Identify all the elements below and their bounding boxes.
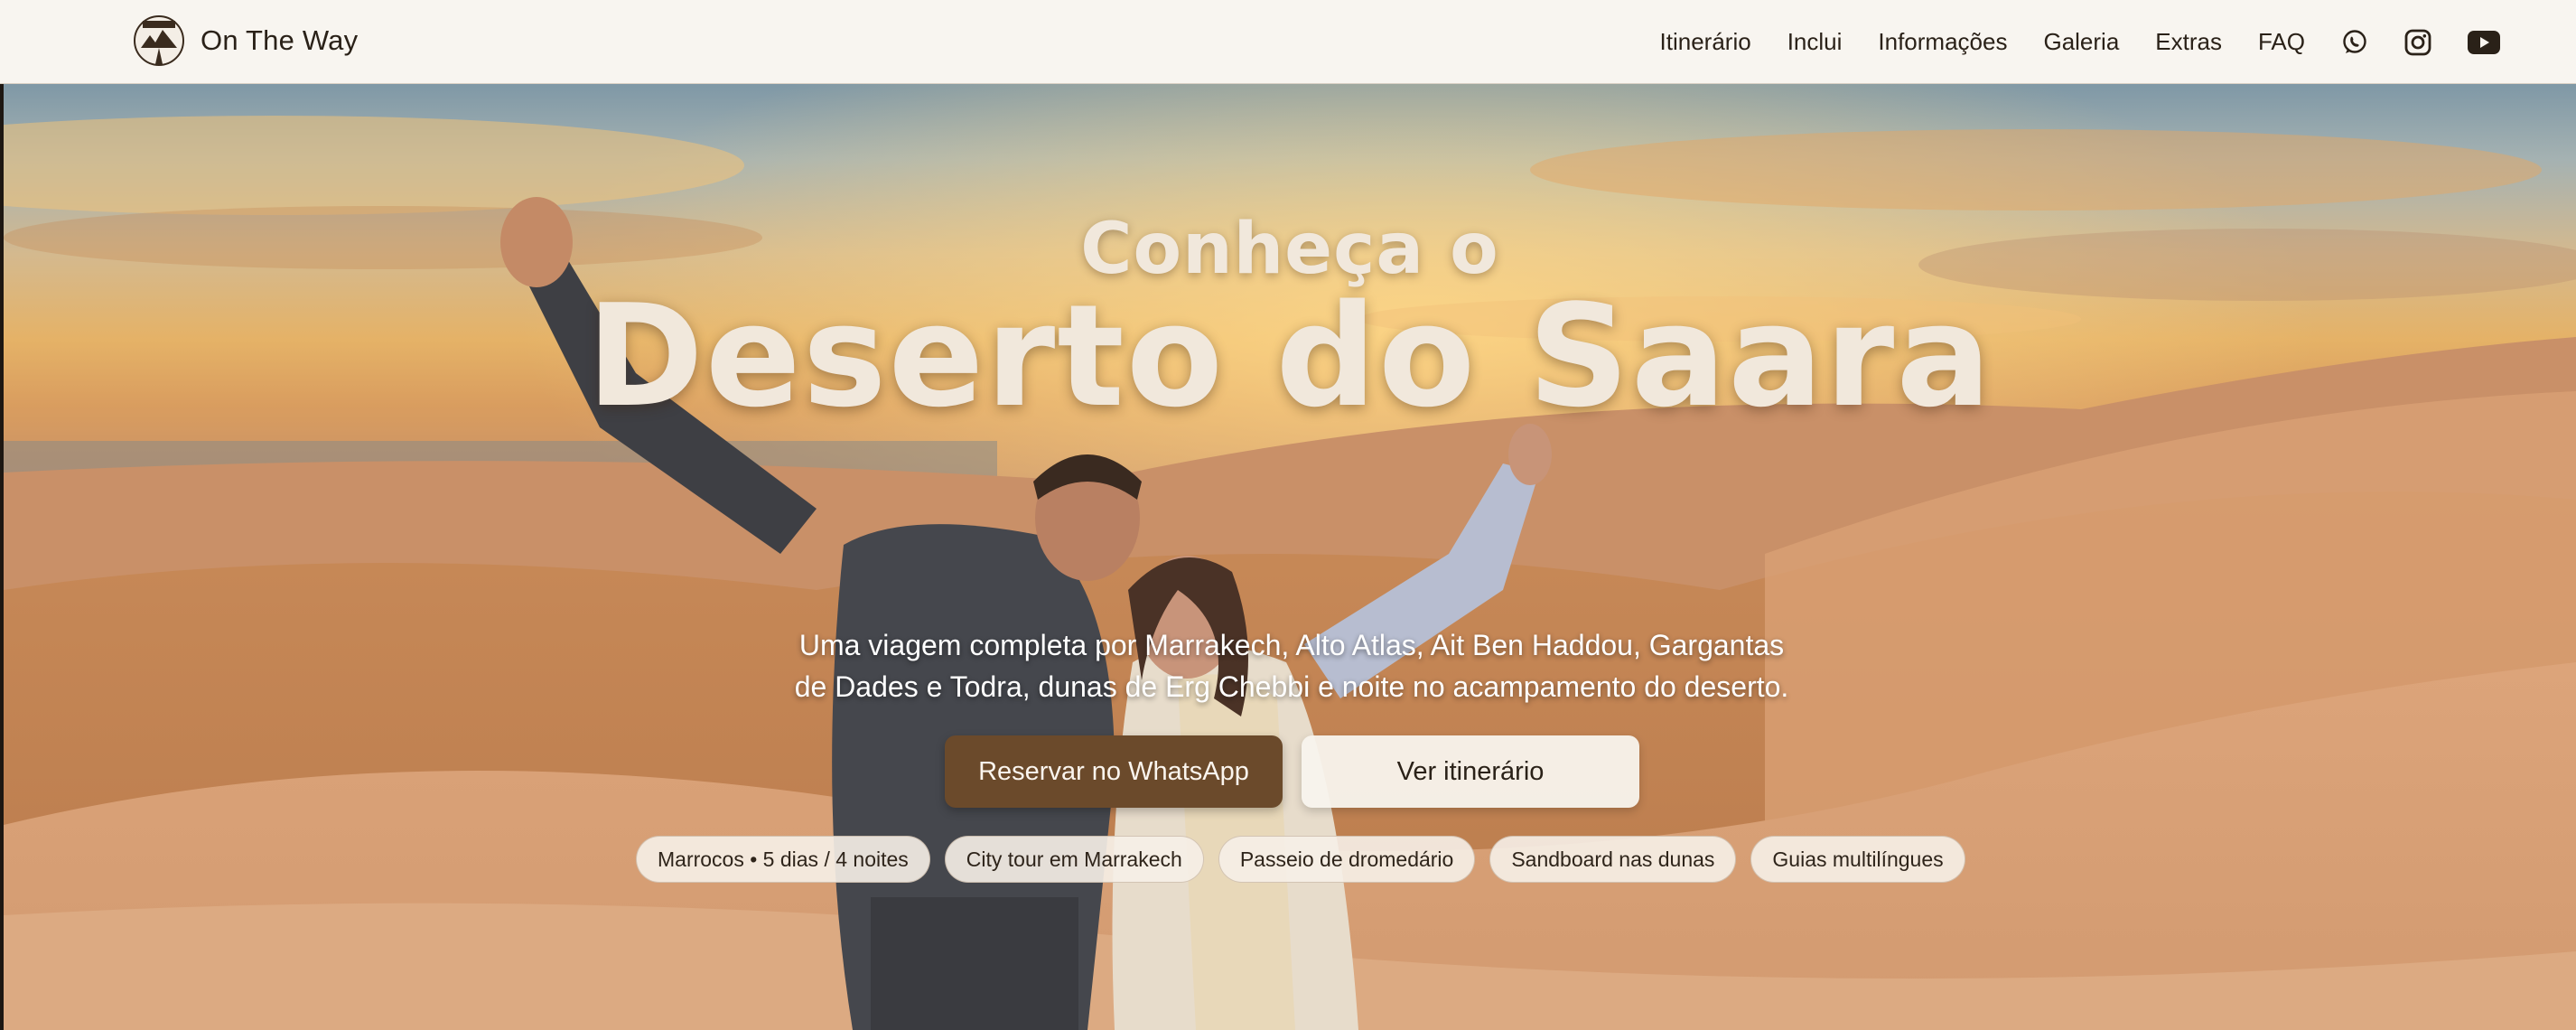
reserve-whatsapp-button[interactable]: Reservar no WhatsApp (945, 735, 1283, 808)
chip-destination: Marrocos • 5 dias / 4 noites (636, 836, 930, 883)
nav-galeria[interactable]: Galeria (2043, 28, 2119, 56)
chip-camel-ride: Passeio de dromedário (1218, 836, 1476, 883)
site-header: On The Way Itinerário Inclui Informações… (0, 0, 2576, 84)
hero-subtitle: Uma viagem completa por Marrakech, Alto … (748, 624, 1835, 707)
hero-section: Conheça o Deserto do Saara Uma viagem co… (4, 84, 2576, 1030)
whatsapp-icon[interactable] (2341, 29, 2368, 56)
nav-faq[interactable]: FAQ (2258, 28, 2305, 56)
hero-subtitle-line-2: de Dades e Todra, dunas de Erg Chebbi e … (794, 670, 1789, 703)
main-nav: Itinerário Inclui Informações Galeria Ex… (1624, 0, 2500, 84)
nav-inclui[interactable]: Inclui (1787, 28, 1843, 56)
chip-city-tour: City tour em Marrakech (944, 836, 1204, 883)
brand-name[interactable]: On The Way (201, 24, 358, 57)
nav-itinerario[interactable]: Itinerário (1660, 28, 1751, 56)
nav-informacoes[interactable]: Informações (1878, 28, 2007, 56)
view-itinerary-button[interactable]: Ver itinerário (1302, 735, 1639, 808)
brand-logo[interactable] (134, 15, 184, 66)
feature-chips: Marrocos • 5 dias / 4 noites City tour e… (636, 836, 1980, 883)
chip-sandboard: Sandboard nas dunas (1489, 836, 1737, 883)
hero-subtitle-line-1: Uma viagem completa por Marrakech, Alto … (798, 629, 1785, 661)
instagram-icon[interactable] (2404, 29, 2431, 56)
nav-extras[interactable]: Extras (2155, 28, 2222, 56)
hero-title: Deserto do Saara (586, 274, 1993, 438)
youtube-icon[interactable] (2468, 30, 2500, 55)
chip-guides: Guias multilíngues (1750, 836, 1965, 883)
